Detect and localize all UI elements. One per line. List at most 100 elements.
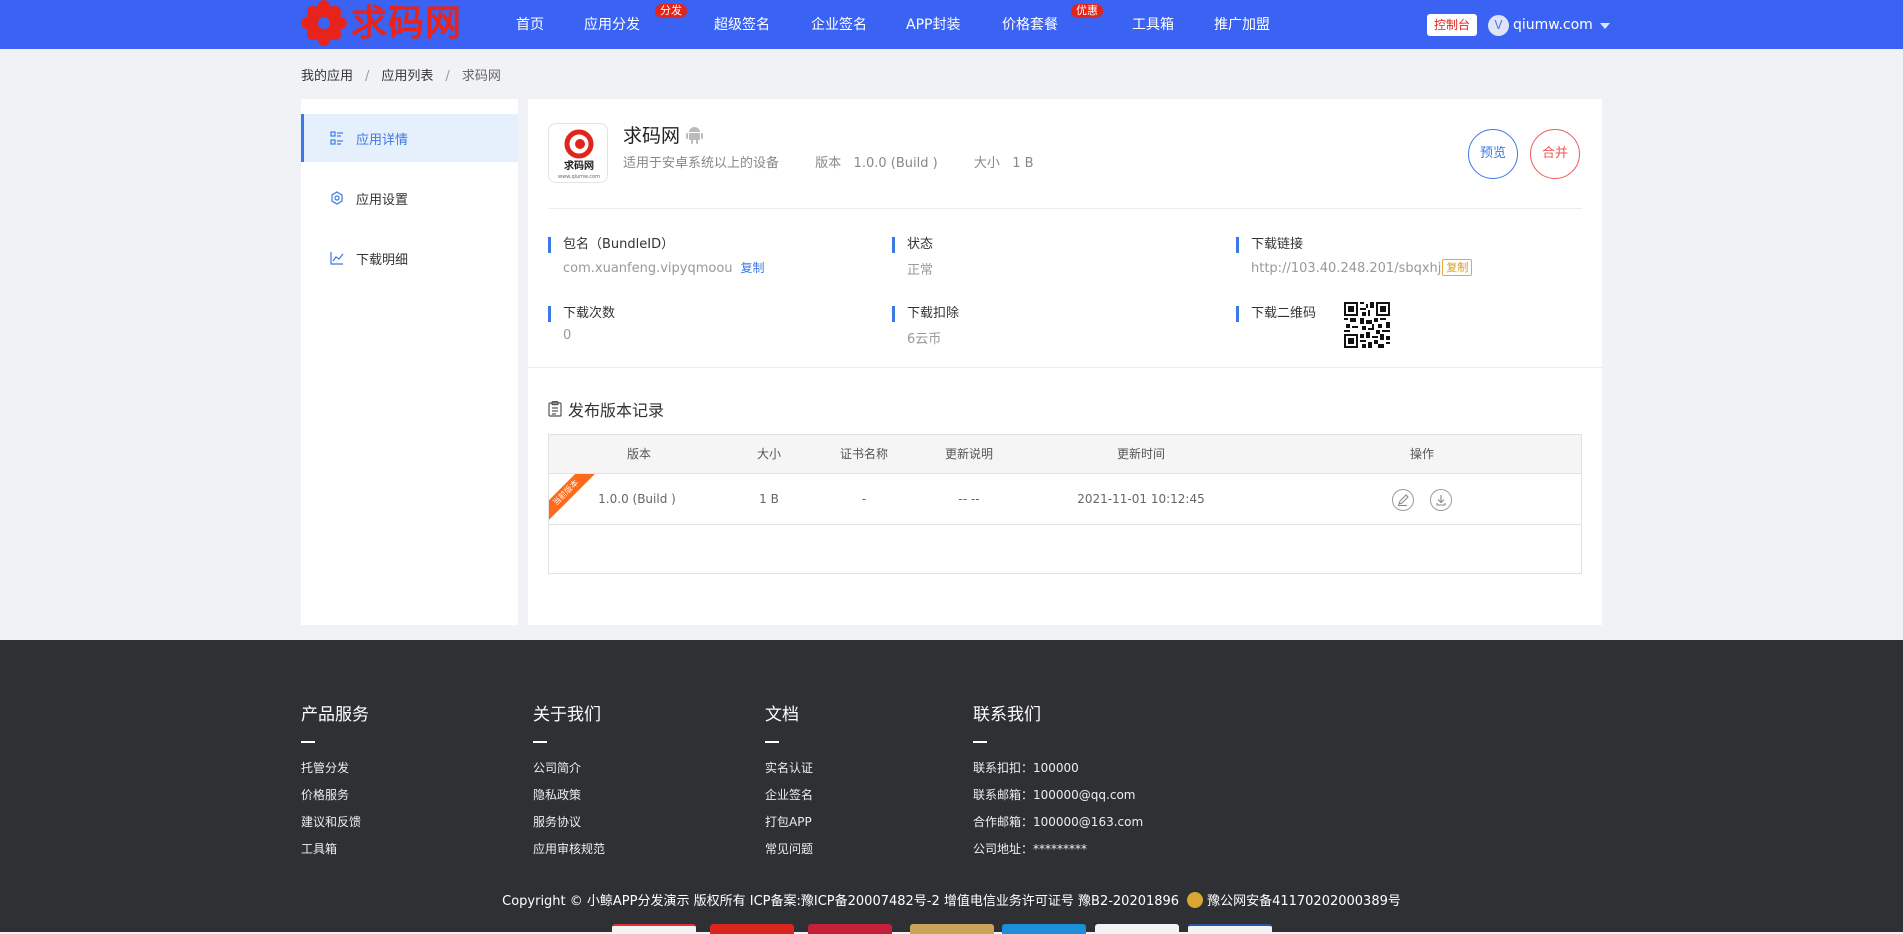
sidebar-item-label: 应用设置 bbox=[356, 192, 409, 208]
divider bbox=[528, 367, 1602, 368]
nav-super-sign[interactable]: 超级签名 bbox=[714, 0, 770, 49]
console-button[interactable]: 控制台 bbox=[1427, 14, 1477, 36]
field-bundle-id: 包名（BundleID） com.xuanfeng.vipyqmoou 复制 bbox=[548, 237, 765, 276]
app-logo-icon: 求码网 www.qiumw.com bbox=[558, 129, 600, 180]
footer-col-docs: 文档 实名认证 企业签名 打包APP 常见问题 bbox=[765, 700, 813, 863]
cert-badge-icon[interactable] bbox=[1188, 924, 1272, 934]
field-download-deduct: 下载扣除 6云币 bbox=[892, 306, 959, 347]
android-icon bbox=[686, 127, 704, 144]
cert-badge-icon[interactable] bbox=[910, 924, 994, 934]
sidebar: 应用详情 应用设置 下载明细 bbox=[301, 99, 518, 625]
status-value: 正常 bbox=[907, 263, 934, 278]
avatar: V bbox=[1488, 14, 1509, 36]
col-size: 大小 bbox=[756, 447, 781, 461]
app-detail-panel: 求码网 www.qiumw.com 求码网 适用于安卓系统以上的设备 版本 1.… bbox=[528, 99, 1602, 625]
cert-badge-icon[interactable] bbox=[1002, 924, 1086, 934]
copy-link-button[interactable]: 复制 bbox=[1442, 259, 1473, 276]
col-actions: 操作 bbox=[1409, 447, 1434, 461]
footer-link[interactable]: 隐私政策 bbox=[533, 782, 605, 809]
user-menu[interactable]: V qiumw.com bbox=[1488, 14, 1610, 36]
flower-logo-icon bbox=[301, 0, 347, 46]
merge-button[interactable]: 合并 bbox=[1530, 129, 1580, 179]
cert-badge-icon[interactable] bbox=[612, 924, 696, 934]
footer-contact-item: 合作邮箱：100000@163.com bbox=[973, 815, 1144, 829]
row-actions bbox=[1263, 474, 1581, 524]
edit-icon[interactable] bbox=[1392, 488, 1415, 511]
row-version: 1.0.0 (Build ) bbox=[598, 492, 676, 506]
version-table: 版本 大小 证书名称 更新说明 更新时间 操作 当前版本 1.0.0 (Buil… bbox=[548, 434, 1582, 574]
sidebar-item-label: 下载明细 bbox=[356, 252, 409, 268]
app-name-text: 求码网 bbox=[623, 125, 681, 147]
footer-link[interactable]: 公司简介 bbox=[533, 755, 605, 782]
download-deduct-value: 6云币 bbox=[907, 332, 942, 347]
field-label: 下载链接 bbox=[1251, 237, 1304, 252]
copy-bundle-button[interactable]: 复制 bbox=[741, 261, 765, 275]
footer-link[interactable]: 常见问题 bbox=[765, 836, 813, 863]
chevron-down-icon bbox=[1599, 23, 1610, 29]
footer-contact-item: 公司地址：********* bbox=[973, 842, 1088, 856]
clipboard-icon bbox=[548, 401, 562, 417]
footer-col-contact: 联系我们 联系扣扣：100000 联系邮箱：100000@qq.com 合作邮箱… bbox=[973, 700, 1143, 863]
nav-pricing[interactable]: 价格套餐 bbox=[1002, 0, 1058, 49]
section-title-text: 发布版本记录 bbox=[568, 401, 665, 420]
nav-enterprise-sign[interactable]: 企业签名 bbox=[811, 0, 867, 49]
nav-toolbox[interactable]: 工具箱 bbox=[1132, 0, 1174, 49]
bundle-id-value: com.xuanfeng.vipyqmoou bbox=[563, 261, 733, 276]
footer-col-title: 产品服务 bbox=[301, 705, 369, 725]
site-logo[interactable]: 求码网 bbox=[301, 0, 462, 46]
row-cert: - bbox=[861, 492, 867, 506]
logo-text: 求码网 bbox=[351, 2, 463, 44]
footer-link[interactable]: 服务协议 bbox=[533, 809, 605, 836]
footer-link[interactable]: 应用审核规范 bbox=[533, 836, 605, 863]
footer-col-about: 关于我们 公司简介 隐私政策 服务协议 应用审核规范 bbox=[533, 700, 605, 863]
col-version: 版本 bbox=[626, 447, 651, 461]
field-status: 状态 正常 bbox=[892, 237, 933, 278]
divider bbox=[548, 208, 1582, 209]
sidebar-item-download-details[interactable]: 下载明细 bbox=[301, 234, 518, 282]
app-icon: 求码网 www.qiumw.com bbox=[548, 123, 608, 183]
footer-link[interactable]: 实名认证 bbox=[765, 755, 813, 782]
preview-button[interactable]: 预览 bbox=[1468, 129, 1518, 179]
col-notes: 更新说明 bbox=[944, 447, 993, 461]
footer-col-title: 文档 bbox=[765, 705, 799, 725]
user-name: qiumw.com bbox=[1513, 17, 1593, 33]
footer-col-title: 关于我们 bbox=[533, 705, 601, 725]
breadcrumb-current: 求码网 bbox=[461, 69, 501, 84]
footer-link[interactable]: 价格服务 bbox=[301, 782, 369, 809]
app-icon-text: 求码网 bbox=[564, 159, 594, 172]
footer-link[interactable]: 打包APP bbox=[765, 809, 813, 836]
footer-col-products: 产品服务 托管分发 价格服务 建议和反馈 工具箱 bbox=[301, 700, 369, 863]
footer-link[interactable]: 托管分发 bbox=[301, 755, 369, 782]
nav-badge-pricing: 优惠 bbox=[1071, 4, 1103, 18]
sidebar-item-app-details[interactable]: 应用详情 bbox=[301, 114, 518, 162]
download-count-value: 0 bbox=[563, 328, 572, 343]
cert-badge-icon[interactable] bbox=[808, 924, 892, 934]
cert-badge-icon[interactable] bbox=[710, 924, 794, 934]
row-size: 1 B bbox=[759, 492, 779, 506]
field-label: 下载二维码 bbox=[1251, 306, 1317, 321]
breadcrumb: 我的应用 / 应用列表 / 求码网 bbox=[301, 69, 501, 84]
app-version: 版本 1.0.0 (Build ) bbox=[815, 156, 938, 171]
download-link-value[interactable]: http://103.40.248.201/sbqxhj bbox=[1251, 261, 1441, 276]
footer-contact-item: 联系邮箱：100000@qq.com bbox=[973, 788, 1136, 802]
qrcode-icon[interactable] bbox=[1344, 302, 1390, 348]
field-download-count: 下载次数 0 bbox=[548, 306, 615, 343]
nav-app-distribution[interactable]: 应用分发 bbox=[584, 0, 640, 49]
footer-link[interactable]: 企业签名 bbox=[765, 782, 813, 809]
police-record-link[interactable]: 豫公网安备41170202000389号 bbox=[1207, 894, 1401, 909]
download-icon[interactable] bbox=[1429, 488, 1452, 511]
footer-contact-item: 联系扣扣：100000 bbox=[973, 761, 1079, 775]
breadcrumb-my-apps[interactable]: 我的应用 bbox=[301, 69, 353, 84]
app-size: 大小 1 B bbox=[973, 156, 1034, 171]
nav-affiliate[interactable]: 推广加盟 bbox=[1214, 0, 1270, 49]
chart-icon bbox=[330, 252, 344, 265]
footer-link[interactable]: 建议和反馈 bbox=[301, 809, 369, 836]
breadcrumb-app-list[interactable]: 应用列表 bbox=[381, 69, 433, 84]
section-title-versions: 发布版本记录 bbox=[548, 397, 664, 421]
footer-link[interactable]: 工具箱 bbox=[301, 836, 369, 863]
nav-home[interactable]: 首页 bbox=[516, 0, 544, 49]
table-header: 版本 大小 证书名称 更新说明 更新时间 操作 bbox=[549, 435, 1581, 474]
nav-app-wrap[interactable]: APP封装 bbox=[906, 0, 960, 49]
sidebar-item-app-settings[interactable]: 应用设置 bbox=[301, 174, 518, 222]
cert-badge-icon[interactable] bbox=[1095, 924, 1179, 934]
